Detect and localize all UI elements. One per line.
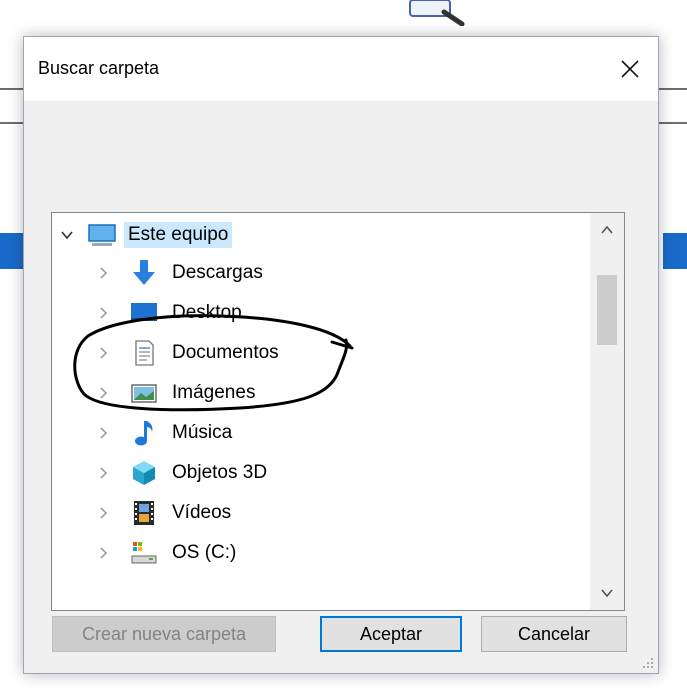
background-search-icon — [409, 0, 465, 26]
cancel-button[interactable]: Cancelar — [481, 616, 627, 652]
tree-item-label: Imágenes — [172, 382, 256, 403]
tree-item-este-equipo[interactable]: Este equipo — [52, 216, 592, 254]
folder-tree[interactable]: Este equipo Descargas Desktop Documentos… — [51, 212, 625, 611]
scroll-down-button[interactable] — [590, 576, 624, 610]
chevron-right-icon[interactable] — [96, 346, 110, 360]
tree-item-label: Música — [172, 422, 233, 443]
tree-item-musica[interactable]: Música — [52, 414, 592, 452]
tree-item-objetos-3d[interactable]: Objetos 3D — [52, 454, 592, 492]
background-accent — [0, 233, 24, 269]
chevron-right-icon[interactable] — [96, 306, 110, 320]
desktop-folder-icon — [130, 299, 158, 327]
tree-item-os-c[interactable]: OS (C:) — [52, 534, 592, 572]
tree-item-videos[interactable]: Vídeos — [52, 494, 592, 532]
download-arrow-icon — [130, 259, 158, 287]
tree-item-label: Objetos 3D — [172, 462, 268, 483]
resize-grip-icon[interactable] — [640, 655, 654, 669]
scrollbar-thumb[interactable] — [597, 275, 617, 345]
tree-item-documentos[interactable]: Documentos — [52, 334, 592, 372]
new-folder-button[interactable]: Crear nueva carpeta — [52, 616, 276, 652]
tree-item-desktop[interactable]: Desktop — [52, 294, 592, 332]
tree-item-label: Documentos — [172, 342, 279, 363]
chevron-down-icon[interactable] — [60, 228, 74, 242]
tree-item-label: Descargas — [172, 262, 263, 283]
drive-icon — [130, 539, 158, 567]
close-button[interactable] — [612, 51, 648, 87]
chevron-up-icon — [601, 225, 613, 234]
background-accent — [663, 233, 687, 269]
film-icon — [130, 499, 158, 527]
tree-scrollbar[interactable] — [590, 213, 624, 610]
computer-icon — [88, 221, 116, 249]
chevron-right-icon[interactable] — [96, 506, 110, 520]
chevron-right-icon[interactable] — [96, 466, 110, 480]
music-note-icon — [130, 419, 158, 447]
close-icon — [621, 60, 639, 78]
tree-item-imagenes[interactable]: Imágenes — [52, 374, 592, 412]
chevron-right-icon[interactable] — [96, 426, 110, 440]
chevron-right-icon[interactable] — [96, 266, 110, 280]
dialog-title: Buscar carpeta — [38, 58, 160, 78]
tree-item-descargas[interactable]: Descargas — [52, 254, 592, 292]
document-icon — [130, 339, 158, 367]
cube-3d-icon — [130, 459, 158, 487]
tree-item-label: Vídeos — [172, 502, 232, 523]
chevron-right-icon[interactable] — [96, 546, 110, 560]
browse-folder-dialog: Buscar carpeta Este equipo Descargas Des… — [23, 36, 659, 674]
tree-item-label: Desktop — [172, 302, 242, 323]
tree-item-label: Este equipo — [124, 222, 233, 248]
picture-icon — [130, 379, 158, 407]
accept-button[interactable]: Aceptar — [320, 616, 462, 652]
chevron-down-icon — [601, 589, 613, 598]
scroll-up-button[interactable] — [590, 213, 624, 247]
tree-item-label: OS (C:) — [172, 542, 237, 563]
dialog-titlebar[interactable]: Buscar carpeta — [24, 37, 658, 101]
chevron-right-icon[interactable] — [96, 386, 110, 400]
